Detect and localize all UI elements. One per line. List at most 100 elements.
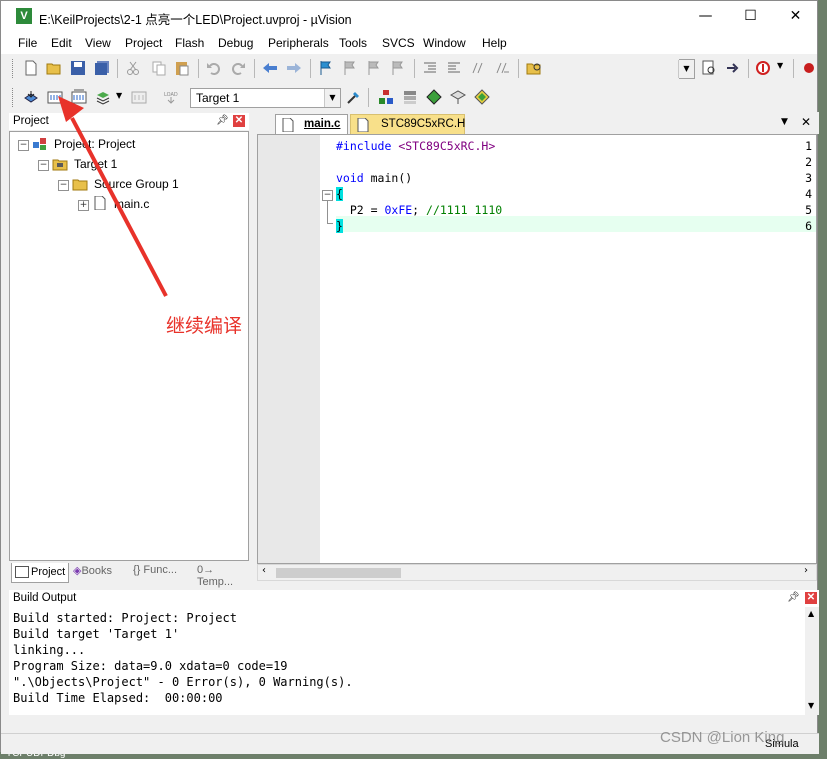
code-brace: {: [336, 187, 343, 201]
manage-rte-icon[interactable]: [426, 89, 442, 105]
menu-project[interactable]: Project: [125, 36, 162, 50]
bookmark-clear-icon[interactable]: [390, 60, 406, 76]
pin-icon[interactable]: 📌︎: [216, 115, 229, 126]
scroll-up-icon[interactable]: ▲: [808, 609, 814, 618]
code-brace: }: [336, 219, 343, 233]
new-file-icon[interactable]: [23, 60, 39, 76]
target-select[interactable]: Target 1 ▼: [190, 88, 341, 108]
translate-icon[interactable]: [23, 89, 39, 105]
build-output-panel[interactable]: Build started: Project: Project Build ta…: [9, 607, 819, 715]
menu-svcs[interactable]: SVCS: [382, 36, 415, 50]
close-icon[interactable]: ✕: [233, 115, 245, 127]
menu-tools[interactable]: Tools: [339, 36, 367, 50]
menu-flash[interactable]: Flash: [175, 36, 204, 50]
file-toolbar: ▼ ▼: [1, 55, 817, 82]
select-packs-icon[interactable]: [402, 89, 418, 105]
multi-project-icon[interactable]: [474, 89, 490, 105]
comment-icon[interactable]: [470, 60, 486, 76]
batch-build-icon[interactable]: [95, 89, 111, 105]
minimize-button[interactable]: —: [683, 1, 728, 32]
tab-stc89c5xrc-h-label: STC89C5xRC.H: [381, 118, 466, 130]
menu-debug[interactable]: Debug: [218, 36, 253, 50]
target-options-icon[interactable]: [346, 89, 362, 105]
close-icon[interactable]: ✕: [805, 592, 817, 604]
tab-functions[interactable]: {} Func...: [133, 564, 177, 582]
tree-item-source-group[interactable]: Source Group 1: [94, 177, 179, 191]
code-number: 0xFE: [384, 203, 413, 217]
uncomment-icon[interactable]: [494, 60, 510, 76]
target-folder-icon: [52, 159, 68, 171]
toolbar-grip[interactable]: [12, 59, 15, 78]
manage-project-items-icon[interactable]: [378, 89, 394, 105]
menu-help[interactable]: Help: [482, 36, 507, 50]
find-in-files-icon[interactable]: [526, 60, 542, 76]
tree-item-target[interactable]: Target 1: [74, 157, 117, 171]
tree-item-project[interactable]: Project: Project: [54, 137, 135, 151]
toolbar-grip[interactable]: [12, 88, 15, 107]
scroll-down-icon[interactable]: ▼: [808, 701, 814, 710]
menu-window[interactable]: Window: [423, 36, 466, 50]
window-title: E:\KeilProjects\2-1 点亮一个LED\Project.uvpr…: [39, 13, 352, 27]
download-load-icon[interactable]: LOAD: [163, 89, 179, 105]
undo-icon[interactable]: [206, 60, 222, 76]
tree-item-main-c[interactable]: main.c: [114, 197, 149, 211]
navigate-back-icon[interactable]: [262, 60, 278, 76]
line-number: 5: [805, 203, 812, 217]
pack-installer-icon[interactable]: [450, 89, 466, 105]
find-combo[interactable]: ▼: [678, 59, 695, 79]
chevron-down-icon[interactable]: ▼: [116, 91, 122, 100]
save-all-icon[interactable]: [94, 60, 110, 76]
bookmark-prev-icon[interactable]: [342, 60, 358, 76]
tab-stc89c5xrc-h[interactable]: STC89C5xRC.H: [350, 114, 465, 134]
debug-session-icon[interactable]: [756, 60, 772, 76]
paste-icon[interactable]: [174, 60, 190, 76]
pin-icon[interactable]: 📌︎: [787, 592, 800, 603]
menu-view[interactable]: View: [85, 36, 111, 50]
tree-expander[interactable]: −: [58, 180, 69, 191]
close-button[interactable]: ✕: [773, 1, 818, 32]
scroll-right-icon[interactable]: ›: [804, 565, 808, 576]
tab-project[interactable]: Project: [11, 563, 69, 583]
close-icon[interactable]: ✕: [801, 115, 811, 129]
editor-horizontal-scrollbar[interactable]: ‹ ›: [257, 564, 817, 581]
scroll-left-icon[interactable]: ‹: [262, 565, 266, 576]
chevron-down-icon[interactable]: ▼: [324, 89, 340, 107]
bookmark-next-icon[interactable]: [366, 60, 382, 76]
breakpoint-icon[interactable]: [801, 60, 817, 76]
scrollbar-thumb[interactable]: [276, 568, 401, 578]
tab-templates[interactable]: 0→ Temp...: [197, 564, 249, 588]
tree-expander[interactable]: −: [38, 160, 49, 171]
build-icon[interactable]: [47, 89, 63, 105]
find-icon[interactable]: [701, 60, 717, 76]
incremental-find-icon[interactable]: [725, 60, 741, 76]
fold-marker[interactable]: −: [322, 190, 333, 201]
chevron-down-icon[interactable]: ▼: [777, 61, 783, 70]
maximize-button[interactable]: ☐: [728, 1, 773, 32]
unindent-icon[interactable]: [446, 60, 462, 76]
tab-main-c[interactable]: main.c: [275, 114, 348, 134]
menu-edit[interactable]: Edit: [51, 36, 72, 50]
menu-file[interactable]: File: [18, 36, 37, 50]
stop-build-icon[interactable]: [131, 89, 147, 105]
copy-icon[interactable]: [151, 60, 167, 76]
tab-project-label: Project: [31, 566, 66, 578]
redo-icon[interactable]: [230, 60, 246, 76]
cut-icon[interactable]: [125, 60, 141, 76]
tree-expander[interactable]: +: [78, 200, 89, 211]
navigate-forward-icon[interactable]: [286, 60, 302, 76]
code-editor[interactable]: 1 2 3 4 5 6 − #include <STC89C5xRC.H> vo…: [257, 134, 817, 564]
build-output-scrollbar[interactable]: ▲ ▼: [805, 607, 819, 715]
bookmark-toggle-icon[interactable]: [318, 60, 334, 76]
save-icon[interactable]: [70, 60, 86, 76]
rebuild-icon[interactable]: [71, 89, 87, 105]
chevron-down-icon[interactable]: ▼: [781, 117, 788, 127]
tab-functions-label: {} Func...: [133, 564, 178, 576]
open-folder-icon[interactable]: [46, 60, 62, 76]
menu-peripherals[interactable]: Peripherals: [268, 36, 329, 50]
current-line-highlight: [336, 216, 816, 232]
chevron-down-icon[interactable]: ▼: [678, 60, 694, 78]
tab-books[interactable]: ◈Books: [73, 564, 112, 582]
indent-icon[interactable]: [422, 60, 438, 76]
project-pane-header: Project 📌︎ ✕: [9, 113, 249, 130]
tree-expander[interactable]: −: [18, 140, 29, 151]
